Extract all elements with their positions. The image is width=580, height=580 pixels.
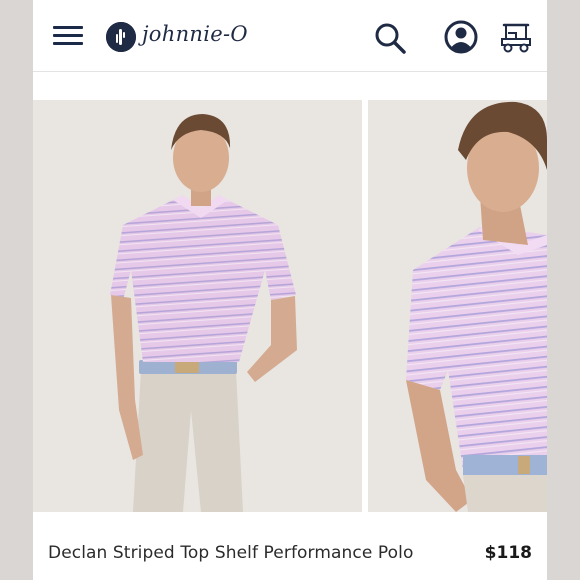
site-header: johnnie-O (33, 0, 547, 72)
product-info-bar: Declan Striped Top Shelf Performance Pol… (33, 512, 547, 580)
product-image-carousel[interactable] (33, 100, 547, 512)
brand-name[interactable]: johnnie-O (142, 22, 248, 46)
product-price: $118 (484, 543, 532, 563)
product-image-side[interactable] (368, 100, 547, 512)
golf-cart-icon[interactable] (498, 19, 534, 55)
account-icon[interactable] (444, 20, 478, 54)
product-image-front[interactable] (33, 100, 362, 512)
app-screen: johnnie-O Declan Striped Top Shelf Perfo… (33, 0, 547, 580)
brand-logo-icon[interactable] (106, 22, 136, 52)
search-icon[interactable] (374, 22, 408, 54)
hamburger-menu-icon[interactable] (53, 24, 83, 46)
product-title[interactable]: Declan Striped Top Shelf Performance Pol… (48, 543, 413, 563)
